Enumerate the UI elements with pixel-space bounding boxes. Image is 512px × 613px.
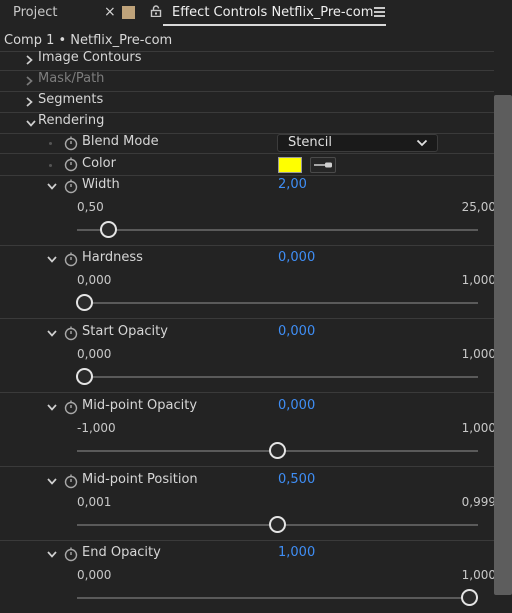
color-label: Color bbox=[82, 156, 116, 171]
hamburger-menu-icon[interactable] bbox=[374, 7, 385, 17]
chevron-right-icon[interactable] bbox=[23, 54, 35, 66]
eyedropper-icon bbox=[314, 162, 332, 168]
divider bbox=[0, 153, 494, 154]
param-value[interactable]: 0,000 bbox=[278, 324, 315, 339]
slider-min: -1,000 bbox=[77, 421, 116, 435]
breadcrumb: Comp 1 • Netflix_Pre-com bbox=[4, 33, 173, 48]
param-label: Hardness bbox=[82, 250, 143, 265]
chevron-down-icon[interactable] bbox=[46, 180, 58, 192]
slider-min: 0,000 bbox=[77, 273, 112, 287]
group-row[interactable]: Image Contours bbox=[0, 50, 494, 71]
chevron-down-icon[interactable] bbox=[46, 253, 58, 265]
chevron-down-icon[interactable] bbox=[46, 401, 58, 413]
active-tab-indicator bbox=[163, 24, 386, 26]
stopwatch-icon[interactable] bbox=[63, 251, 79, 267]
slider-max: 1,000 bbox=[461, 347, 496, 361]
slider-track[interactable] bbox=[77, 302, 478, 304]
stopwatch-icon[interactable] bbox=[63, 178, 79, 194]
slider-track[interactable] bbox=[77, 229, 478, 231]
divider bbox=[0, 175, 494, 176]
slider-max: 1,000 bbox=[461, 273, 496, 287]
eyedropper-button[interactable] bbox=[310, 157, 336, 173]
slider-handle[interactable] bbox=[269, 442, 286, 459]
chevron-down-icon[interactable] bbox=[25, 117, 37, 129]
blend-mode-label: Blend Mode bbox=[82, 134, 159, 149]
param-label: Mid-point Opacity bbox=[82, 398, 198, 413]
slider-min: 0,000 bbox=[77, 347, 112, 361]
chevron-down-icon[interactable] bbox=[46, 327, 58, 339]
param-label: End Opacity bbox=[82, 545, 161, 560]
color-swatch[interactable] bbox=[278, 157, 302, 173]
param-label: Mid-point Position bbox=[82, 472, 198, 487]
group-row[interactable]: Mask/Path bbox=[0, 71, 494, 92]
param-label: Width bbox=[82, 177, 120, 192]
divider bbox=[0, 466, 494, 467]
param-value[interactable]: 0,000 bbox=[278, 250, 315, 265]
param-value[interactable]: 2,00 bbox=[278, 177, 307, 192]
tab-effect-controls[interactable]: Effect Controls Netflix_Pre-com bbox=[172, 5, 373, 20]
group-label: Image Contours bbox=[38, 50, 142, 65]
stopwatch-icon[interactable] bbox=[63, 135, 79, 151]
chevron-down-icon bbox=[416, 139, 428, 147]
row-dot bbox=[49, 164, 52, 167]
group-label: Rendering bbox=[38, 113, 105, 128]
stopwatch-icon[interactable] bbox=[63, 473, 79, 489]
chevron-down-icon[interactable] bbox=[46, 475, 58, 487]
lock-icon[interactable] bbox=[150, 5, 162, 17]
param-value[interactable]: 0,500 bbox=[278, 472, 315, 487]
slider-max: 25,00 bbox=[461, 200, 496, 214]
param-value[interactable]: 0,000 bbox=[278, 398, 315, 413]
stopwatch-icon[interactable] bbox=[63, 156, 79, 172]
slider-handle[interactable] bbox=[76, 368, 93, 385]
slider-track[interactable] bbox=[77, 597, 478, 599]
group-row[interactable]: Rendering bbox=[0, 113, 494, 134]
group-row[interactable]: Segments bbox=[0, 92, 494, 113]
param-value[interactable]: 1,000 bbox=[278, 545, 315, 560]
row-dot bbox=[49, 142, 52, 145]
slider-track[interactable] bbox=[77, 376, 478, 378]
slider-handle[interactable] bbox=[76, 294, 93, 311]
slider-min: 0,000 bbox=[77, 568, 112, 582]
slider-min: 0,50 bbox=[77, 200, 104, 214]
slider-max: 1,000 bbox=[461, 568, 496, 582]
blend-mode-dropdown[interactable]: Stencil bbox=[277, 134, 438, 152]
panel-tab-bar: Project × Effect Controls Netflix_Pre-co… bbox=[0, 0, 512, 28]
divider bbox=[0, 392, 494, 393]
close-tab-icon[interactable]: × bbox=[104, 4, 116, 20]
vertical-scrollbar[interactable] bbox=[494, 95, 512, 595]
divider bbox=[0, 245, 494, 246]
divider bbox=[0, 540, 494, 541]
slider-handle[interactable] bbox=[100, 221, 117, 238]
stopwatch-icon[interactable] bbox=[63, 325, 79, 341]
composition-swatch-icon bbox=[122, 6, 135, 19]
tab-project[interactable]: Project bbox=[13, 5, 57, 20]
chevron-right-icon[interactable] bbox=[23, 96, 35, 108]
blend-mode-value: Stencil bbox=[288, 135, 332, 150]
slider-handle[interactable] bbox=[461, 589, 478, 606]
slider-max: 0,999 bbox=[461, 495, 496, 509]
group-label: Mask/Path bbox=[38, 71, 105, 86]
group-label: Segments bbox=[38, 92, 104, 107]
chevron-down-icon[interactable] bbox=[46, 548, 58, 560]
stopwatch-icon[interactable] bbox=[63, 399, 79, 415]
chevron-right-icon[interactable] bbox=[23, 75, 35, 87]
param-label: Start Opacity bbox=[82, 324, 168, 339]
divider bbox=[0, 318, 494, 319]
slider-handle[interactable] bbox=[269, 516, 286, 533]
slider-min: 0,001 bbox=[77, 495, 112, 509]
stopwatch-icon[interactable] bbox=[63, 546, 79, 562]
slider-max: 1,000 bbox=[461, 421, 496, 435]
